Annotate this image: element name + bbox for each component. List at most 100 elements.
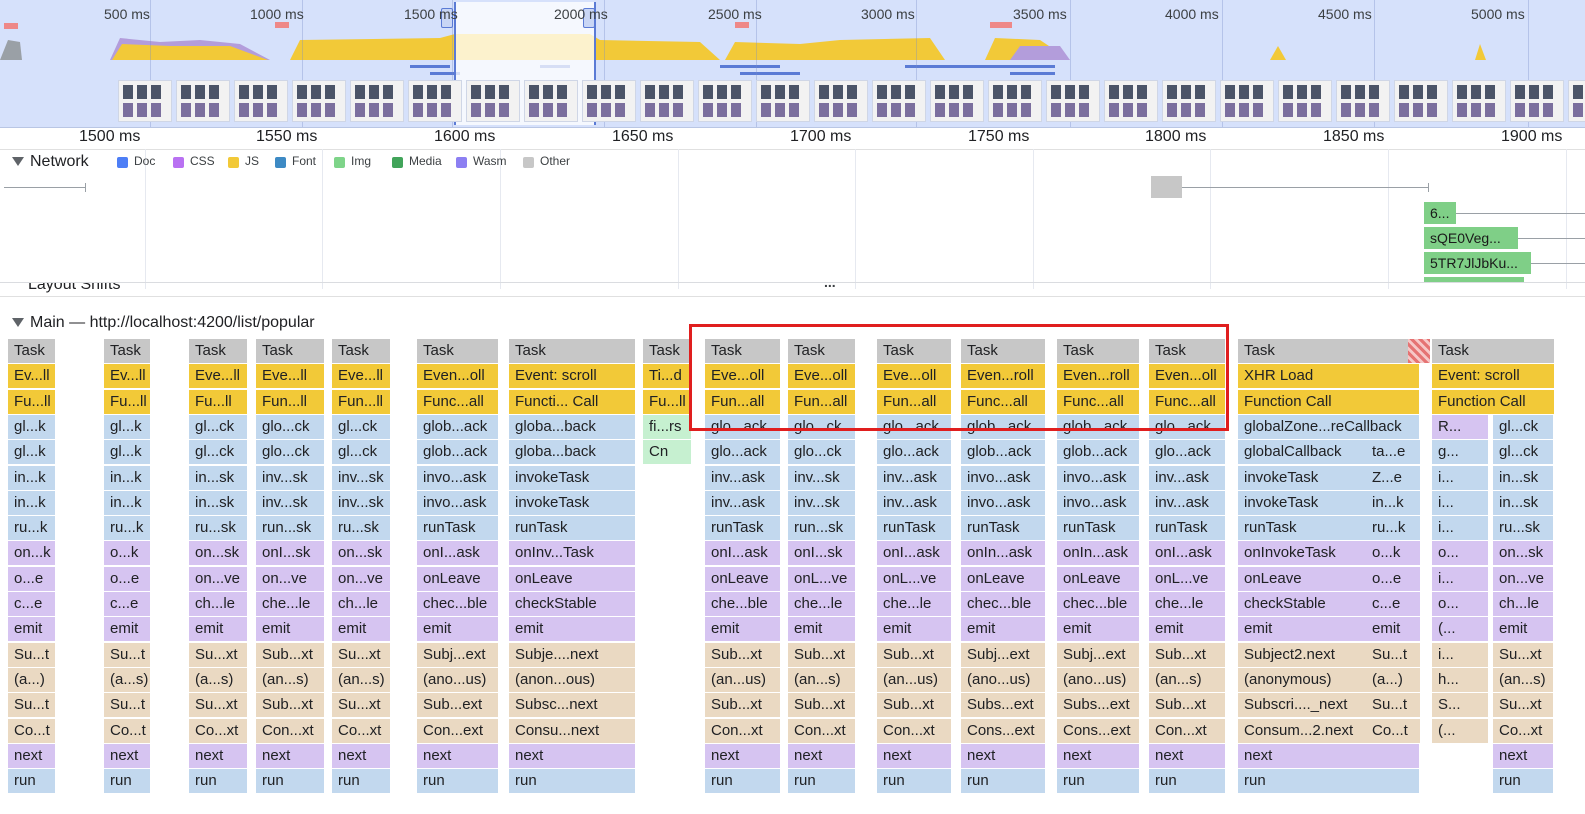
flame-frame[interactable]: inv...sk: [256, 490, 326, 515]
flame-frame[interactable]: gl...k: [104, 414, 152, 439]
flame-frame[interactable]: emit: [256, 617, 326, 642]
flame-frame[interactable]: Con...xt: [1149, 718, 1227, 743]
flame-frame[interactable]: Subj...ext: [1057, 642, 1141, 667]
flame-frame[interactable]: Ev...ll: [104, 364, 152, 389]
flame-frame[interactable]: che...le: [1149, 592, 1227, 616]
flame-frame[interactable]: onL...ve: [877, 566, 953, 591]
flame-frame[interactable]: (an...us): [877, 667, 953, 692]
flame-frame[interactable]: run: [705, 769, 782, 794]
flame-frame[interactable]: in...k: [104, 465, 152, 490]
flame-frame[interactable]: emit: [417, 617, 500, 642]
flame-frame[interactable]: checkStable: [509, 592, 637, 616]
timeline-overview[interactable]: 500 ms 1000 ms 1500 ms 2000 ms 2500 ms 3…: [0, 0, 1585, 128]
flame-task[interactable]: Task: [509, 339, 637, 363]
flame-frame[interactable]: gl...ck: [1493, 440, 1555, 465]
flame-frame[interactable]: ch...le: [1493, 592, 1555, 616]
network-request-other[interactable]: [1151, 176, 1182, 198]
flame-frame[interactable]: onI...ask: [877, 541, 953, 566]
flame-frame[interactable]: Co...xt: [1493, 718, 1555, 743]
flame-frame[interactable]: che...le: [788, 592, 857, 616]
flame-frame[interactable]: emit: [509, 617, 637, 642]
flame-frame[interactable]: onIn...ask: [961, 541, 1047, 566]
flame-frame[interactable]: Con...xt: [705, 718, 782, 743]
layout-shifts-track[interactable]: Layout Shifts: [0, 283, 1585, 295]
flame-frame[interactable]: next: [1238, 743, 1421, 768]
filmstrip-thumbnail[interactable]: [408, 80, 462, 122]
flame-frame[interactable]: (an...s): [1493, 667, 1555, 692]
flame-frame[interactable]: Con...ext: [417, 718, 500, 743]
flame-frame[interactable]: Su...xt: [189, 693, 249, 718]
filmstrip-thumbnail[interactable]: [1104, 80, 1158, 122]
flame-frame[interactable]: S...: [1432, 693, 1490, 718]
flame-frame[interactable]: XHR Load: [1238, 364, 1421, 389]
flame-frame[interactable]: Su...xt: [332, 693, 392, 718]
flame-task[interactable]: Task: [417, 339, 500, 363]
flame-frame[interactable]: inv...sk: [788, 465, 857, 490]
filmstrip-thumbnail[interactable]: [292, 80, 346, 122]
flame-frame[interactable]: Sub...xt: [1149, 642, 1227, 667]
flame-frame[interactable]: runTask: [705, 516, 782, 541]
flame-frame[interactable]: ru...k: [104, 516, 152, 541]
flame-frame[interactable]: o...k: [1366, 541, 1422, 566]
flame-task[interactable]: Task: [1432, 339, 1556, 363]
flame-frame[interactable]: (a...): [1366, 667, 1422, 692]
flame-frame[interactable]: Con...xt: [256, 718, 326, 743]
flame-frame[interactable]: Functi... Call: [509, 389, 637, 414]
filmstrip-thumbnail[interactable]: [234, 80, 288, 122]
flame-frame[interactable]: che...ble: [705, 592, 782, 616]
filmstrip-thumbnail[interactable]: [1162, 80, 1216, 122]
flame-frame[interactable]: Sub...xt: [256, 693, 326, 718]
flame-frame[interactable]: (ano...us): [961, 667, 1047, 692]
flame-frame[interactable]: (...: [1432, 718, 1490, 743]
flame-frame[interactable]: Subsc...next: [509, 693, 637, 718]
flame-frame[interactable]: Event: scroll: [1432, 364, 1556, 389]
flame-frame[interactable]: o...k: [104, 541, 152, 566]
flame-frame[interactable]: emit: [1149, 617, 1227, 642]
flame-task[interactable]: Task: [1238, 339, 1421, 363]
flame-frame[interactable]: Consu...next: [509, 718, 637, 743]
flame-frame[interactable]: gl...ck: [189, 440, 249, 465]
flame-frame[interactable]: ru...sk: [1493, 516, 1555, 541]
flame-frame[interactable]: emit: [189, 617, 249, 642]
flame-frame[interactable]: (anon...ous): [509, 667, 637, 692]
flame-frame[interactable]: glo...ck: [256, 414, 326, 439]
flame-frame[interactable]: next: [417, 743, 500, 768]
flame-frame[interactable]: (ano...us): [1057, 667, 1141, 692]
flame-frame[interactable]: Su...xt: [332, 642, 392, 667]
flame-frame[interactable]: runTask: [417, 516, 500, 541]
flame-frame[interactable]: next: [705, 743, 782, 768]
flame-frame[interactable]: Sub...xt: [1149, 693, 1227, 718]
flame-frame[interactable]: chec...ble: [961, 592, 1047, 616]
flame-frame[interactable]: on...ve: [256, 566, 326, 591]
flame-frame[interactable]: run...sk: [788, 516, 857, 541]
flame-frame[interactable]: (ano...us): [417, 667, 500, 692]
flame-frame[interactable]: ru...sk: [189, 516, 249, 541]
flame-frame[interactable]: Cons...ext: [961, 718, 1047, 743]
filmstrip-thumbnail[interactable]: [524, 80, 578, 122]
flame-frame[interactable]: emit: [961, 617, 1047, 642]
filmstrip-thumbnail[interactable]: [1336, 80, 1390, 122]
flame-frame[interactable]: inv...ask: [705, 465, 782, 490]
flame-frame[interactable]: ch...le: [332, 592, 392, 616]
flame-frame[interactable]: Con...xt: [788, 718, 857, 743]
flame-frame[interactable]: emit: [1057, 617, 1141, 642]
flame-frame[interactable]: glob...ack: [417, 414, 500, 439]
filmstrip-thumbnail[interactable]: [350, 80, 404, 122]
filmstrip-thumbnail[interactable]: [466, 80, 520, 122]
flame-frame[interactable]: Z...e: [1366, 465, 1422, 490]
flame-frame[interactable]: in...k: [8, 490, 57, 515]
flame-frame[interactable]: fi...rs: [643, 414, 693, 439]
flame-frame[interactable]: Even...oll: [417, 364, 500, 389]
flame-frame[interactable]: in...k: [104, 490, 152, 515]
flame-frame[interactable]: Subs...ext: [1057, 693, 1141, 718]
filmstrip-thumbnail[interactable]: [872, 80, 926, 122]
flame-frame[interactable]: invo...ask: [961, 490, 1047, 515]
flame-frame[interactable]: i...: [1432, 516, 1490, 541]
flame-frame[interactable]: ru...k: [8, 516, 57, 541]
filmstrip-thumbnail[interactable]: [176, 80, 230, 122]
flame-frame[interactable]: run: [509, 769, 637, 794]
flame-frame[interactable]: Cn: [643, 440, 693, 465]
flame-frame[interactable]: run: [417, 769, 500, 794]
flame-frame[interactable]: Subj...ext: [961, 642, 1047, 667]
flame-frame[interactable]: chec...ble: [1057, 592, 1141, 616]
